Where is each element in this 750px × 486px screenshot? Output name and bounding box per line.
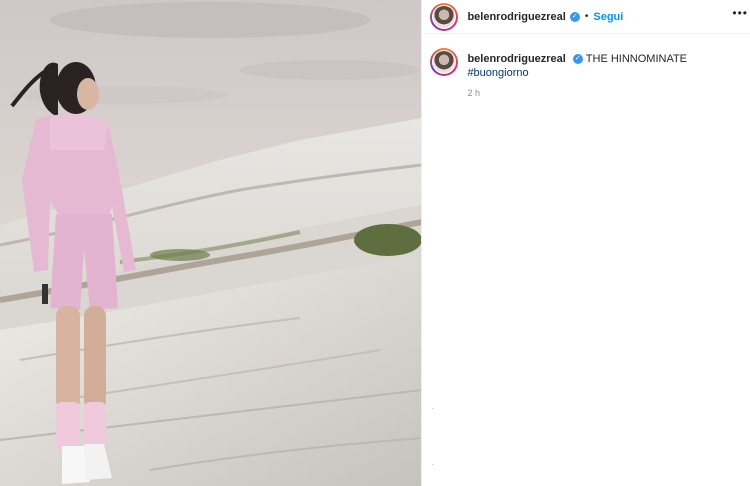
scroll-edge-mark bbox=[432, 464, 435, 465]
author-username[interactable]: belenrodriguezreal bbox=[467, 11, 565, 23]
caption-row: belenrodriguezreal ✓ THE HINNOMINATE #bu… bbox=[422, 34, 750, 98]
post-photo[interactable] bbox=[0, 0, 422, 486]
post-sidebar: belenrodriguezreal ✓ • Segui ••• belenro… bbox=[421, 0, 750, 486]
post-timestamp[interactable]: 2 h bbox=[467, 88, 742, 98]
verified-badge-icon: ✓ bbox=[569, 11, 580, 22]
caption-avatar-image bbox=[433, 51, 456, 73]
caption-avatar[interactable] bbox=[430, 48, 459, 76]
caption-body: belenrodriguezreal ✓ THE HINNOMINATE #bu… bbox=[467, 48, 742, 98]
author-avatar[interactable] bbox=[430, 2, 459, 31]
scroll-edge-mark bbox=[432, 408, 435, 409]
caption-verified-badge-icon: ✓ bbox=[572, 54, 583, 65]
photo-woman-on-white-cliffs bbox=[0, 0, 422, 486]
header-separator: • bbox=[584, 11, 589, 22]
instagram-post: belenrodriguezreal ✓ • Segui ••• belenro… bbox=[0, 0, 750, 486]
caption-avatar-ring-inner bbox=[432, 50, 457, 74]
follow-button[interactable]: Segui bbox=[593, 11, 623, 23]
caption-hashtag-link[interactable]: #buongiorno bbox=[467, 67, 528, 79]
avatar-ring-inner bbox=[432, 4, 457, 29]
more-options-icon[interactable]: ••• bbox=[732, 6, 748, 20]
caption-username[interactable]: belenrodriguezreal bbox=[467, 53, 565, 65]
post-header: belenrodriguezreal ✓ • Segui ••• bbox=[422, 0, 750, 34]
avatar-image bbox=[433, 5, 456, 28]
caption-text: belenrodriguezreal ✓ THE HINNOMINATE #bu… bbox=[467, 52, 742, 80]
caption-message: THE HINNOMINATE bbox=[585, 53, 688, 65]
